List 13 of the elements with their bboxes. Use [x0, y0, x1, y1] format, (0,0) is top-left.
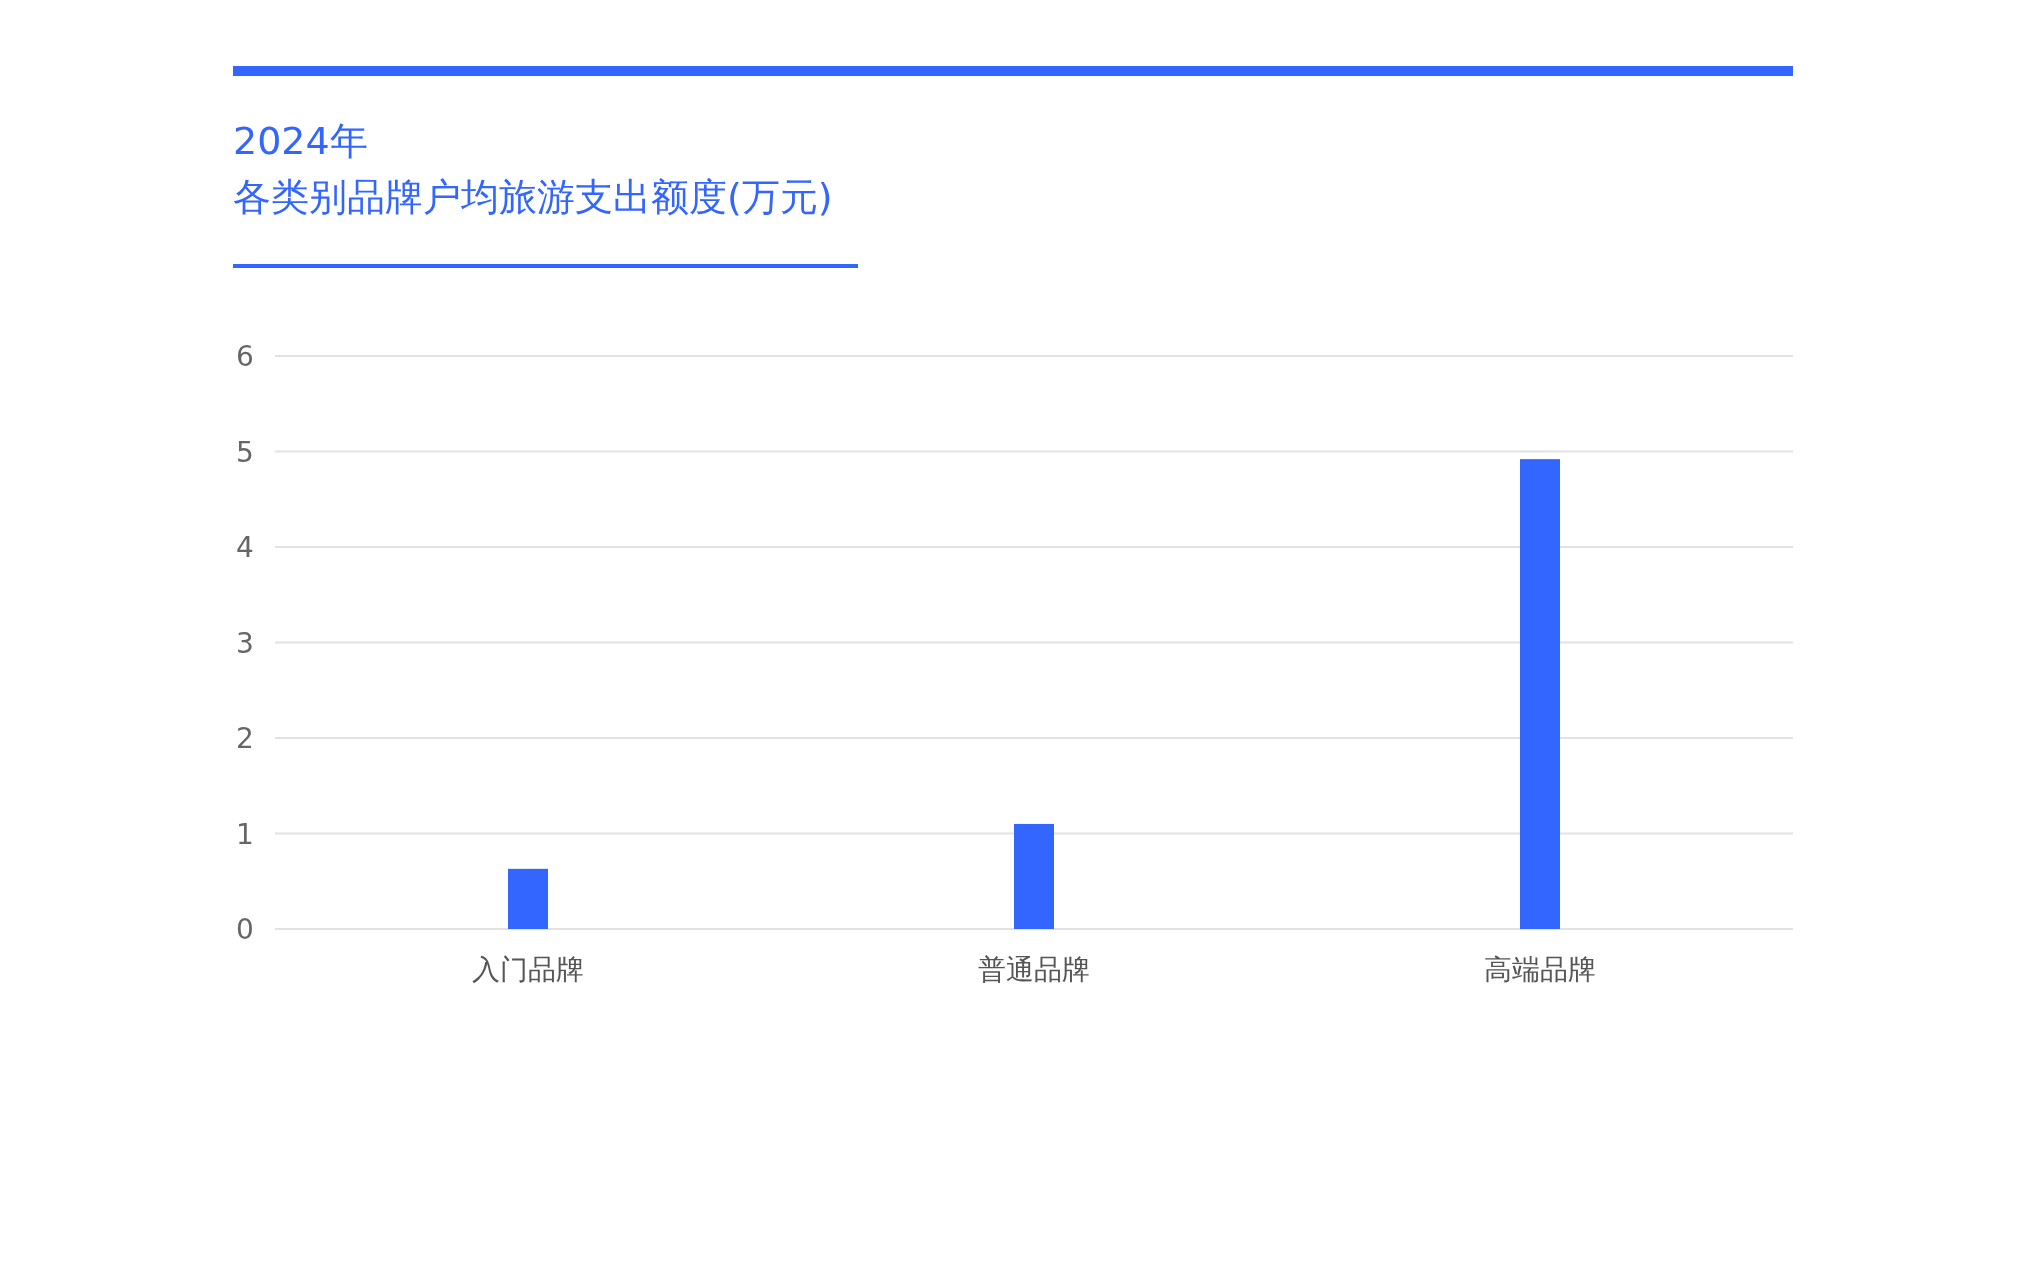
y-tick-label: 4 [236, 531, 254, 564]
y-tick-label: 0 [236, 913, 254, 946]
bar [508, 868, 548, 929]
y-tick-label: 2 [236, 722, 254, 755]
category-label: 入门品牌 [472, 953, 584, 986]
y-tick-label: 5 [236, 435, 254, 469]
y-tick-label: 1 [236, 817, 254, 851]
y-tick-label: 6 [236, 340, 254, 373]
y-tick-label: 3 [236, 626, 254, 660]
chart-title: 各类别品牌户均旅游支出额度(万元) [233, 174, 834, 221]
category-label: 高端品牌 [1484, 953, 1596, 986]
category-label: 普通品牌 [978, 953, 1090, 986]
chart-title-year: 2024年 [233, 118, 369, 165]
